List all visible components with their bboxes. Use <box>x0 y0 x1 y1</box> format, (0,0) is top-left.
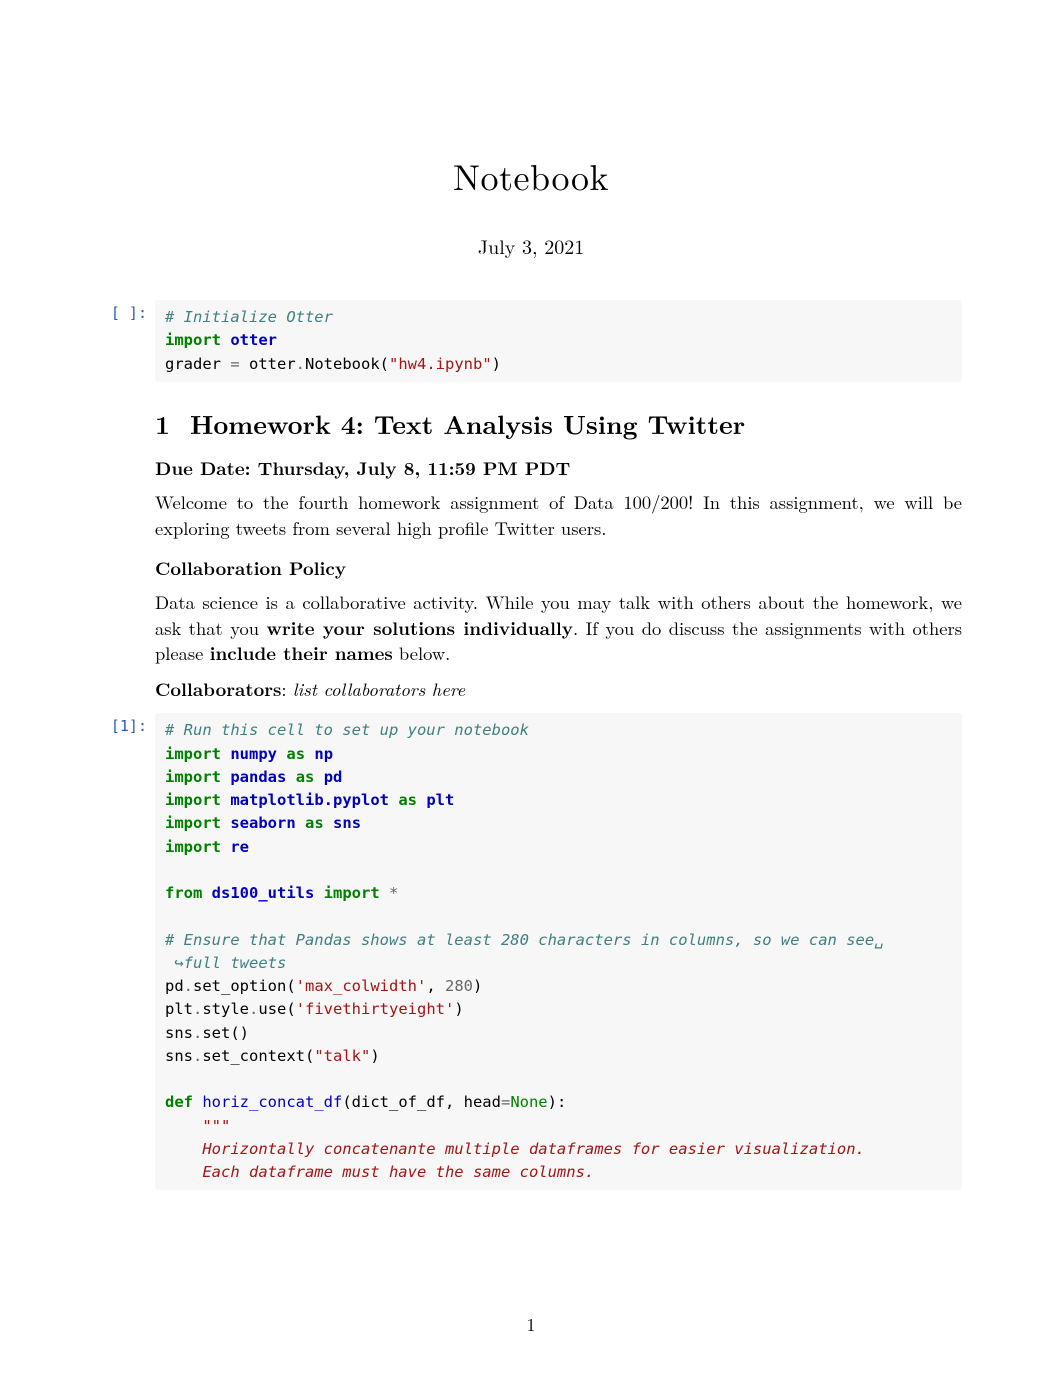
collaborators-line: Collaborators: list collaborators here <box>155 677 962 703</box>
section-title: Homework 4: Text Analysis Using Twitter <box>190 405 745 442</box>
code-cell-0: [ ]: # Initialize Otter import otter gra… <box>100 300 962 382</box>
section-heading: 1 Homework 4: Text Analysis Using Twitter <box>155 406 962 442</box>
code-block: # Run this cell to set up your notebook … <box>155 713 962 1190</box>
code-keyword: as <box>398 791 417 809</box>
code-name: pd <box>165 977 184 995</box>
code-module: matplotlib.pyplot <box>230 791 389 809</box>
code-operator: . <box>249 1000 258 1018</box>
code-keyword: as <box>305 814 324 832</box>
code-alias: plt <box>426 791 454 809</box>
code-call: Notebook( <box>305 355 389 373</box>
code-keyword: import <box>165 745 221 763</box>
document-title: Notebook <box>100 150 962 201</box>
code-keyword: import <box>165 331 221 349</box>
code-punct: , <box>426 977 445 995</box>
code-docstring: """ <box>165 1117 230 1135</box>
text-content: 1 Homework 4: Text Analysis Using Twitter… <box>155 406 962 704</box>
code-comment: ↪full tweets <box>165 954 286 972</box>
code-call: use( <box>258 1000 295 1018</box>
code-comment: # Initialize Otter <box>165 308 333 326</box>
code-operator: . <box>296 355 305 373</box>
code-comment: # Ensure that Pandas shows at least 280 … <box>165 931 884 949</box>
code-alias: np <box>314 745 333 763</box>
code-name: sns <box>165 1024 193 1042</box>
intro-paragraph: Welcome to the fourth homework assignmen… <box>155 490 962 542</box>
code-name: sns <box>165 1047 193 1065</box>
code-keyword: import <box>165 768 221 786</box>
collab-text: below. <box>393 640 451 666</box>
code-operator: = <box>501 1093 510 1111</box>
code-module: numpy <box>230 745 277 763</box>
code-paren: ) <box>454 1000 463 1018</box>
collab-placeholder: list collaborators here <box>293 676 465 702</box>
code-keyword: as <box>286 745 305 763</box>
code-alias: pd <box>324 768 343 786</box>
code-keyword: def <box>165 1093 193 1111</box>
due-date: Due Date: Thursday, July 8, 11:59 PM PDT <box>155 456 962 482</box>
code-paren: ) <box>370 1047 379 1065</box>
code-name: grader <box>165 355 230 373</box>
code-cell-1: [1]: # Run this cell to set up your note… <box>100 713 962 1190</box>
code-operator: . <box>193 1047 202 1065</box>
code-keyword: import <box>165 838 221 856</box>
code-comment: # Run this cell to set up your notebook <box>165 721 529 739</box>
code-builtin: None <box>510 1093 547 1111</box>
code-keyword: import <box>324 884 380 902</box>
collab-label: Collaborators <box>155 676 281 702</box>
code-name: style <box>202 1000 249 1018</box>
collab-bold: include their names <box>210 640 393 666</box>
code-block: # Initialize Otter import otter grader =… <box>155 300 962 382</box>
code-operator: = <box>230 355 239 373</box>
code-module: otter <box>230 331 277 349</box>
code-operator: . <box>193 1024 202 1042</box>
code-keyword: as <box>296 768 315 786</box>
code-punct: ): <box>548 1093 567 1111</box>
collab-bold: write your solutions individually <box>266 615 573 641</box>
code-string: 'max_colwidth' <box>296 977 427 995</box>
code-docstring: Each dataframe must have the same column… <box>165 1163 594 1181</box>
code-keyword: import <box>165 791 221 809</box>
code-module: re <box>230 838 249 856</box>
cell-prompt: [1]: <box>100 713 155 735</box>
section-number: 1 <box>155 405 170 442</box>
code-call: set_context( <box>202 1047 314 1065</box>
code-keyword: import <box>165 814 221 832</box>
code-operator: . <box>184 977 193 995</box>
code-module: seaborn <box>230 814 295 832</box>
code-string: 'fivethirtyeight' <box>296 1000 455 1018</box>
collab-sep: : <box>281 676 292 702</box>
code-paren: ) <box>473 977 482 995</box>
collab-paragraph: Data science is a collaborative activity… <box>155 590 962 668</box>
code-call: set_option( <box>193 977 296 995</box>
code-module: pandas <box>230 768 286 786</box>
code-docstring: Horizontally concatenante multiple dataf… <box>165 1140 865 1158</box>
cell-prompt: [ ]: <box>100 300 155 322</box>
code-call: set() <box>202 1024 249 1042</box>
code-name: plt <box>165 1000 193 1018</box>
code-operator: . <box>193 1000 202 1018</box>
code-name: otter <box>240 355 296 373</box>
code-string: "hw4.ipynb" <box>389 355 492 373</box>
code-alias: sns <box>333 814 361 832</box>
code-keyword: from <box>165 884 202 902</box>
document-date: July 3, 2021 <box>100 231 962 260</box>
code-params: (dict_of_df, head <box>342 1093 501 1111</box>
page-number: 1 <box>0 1312 1062 1337</box>
code-paren: ) <box>492 355 501 373</box>
code-module: ds100_utils <box>212 884 315 902</box>
code-number: 280 <box>445 977 473 995</box>
code-string: "talk" <box>314 1047 370 1065</box>
code-function-def: horiz_concat_df <box>202 1093 342 1111</box>
collab-heading: Collaboration Policy <box>155 556 962 582</box>
code-operator: * <box>389 884 398 902</box>
